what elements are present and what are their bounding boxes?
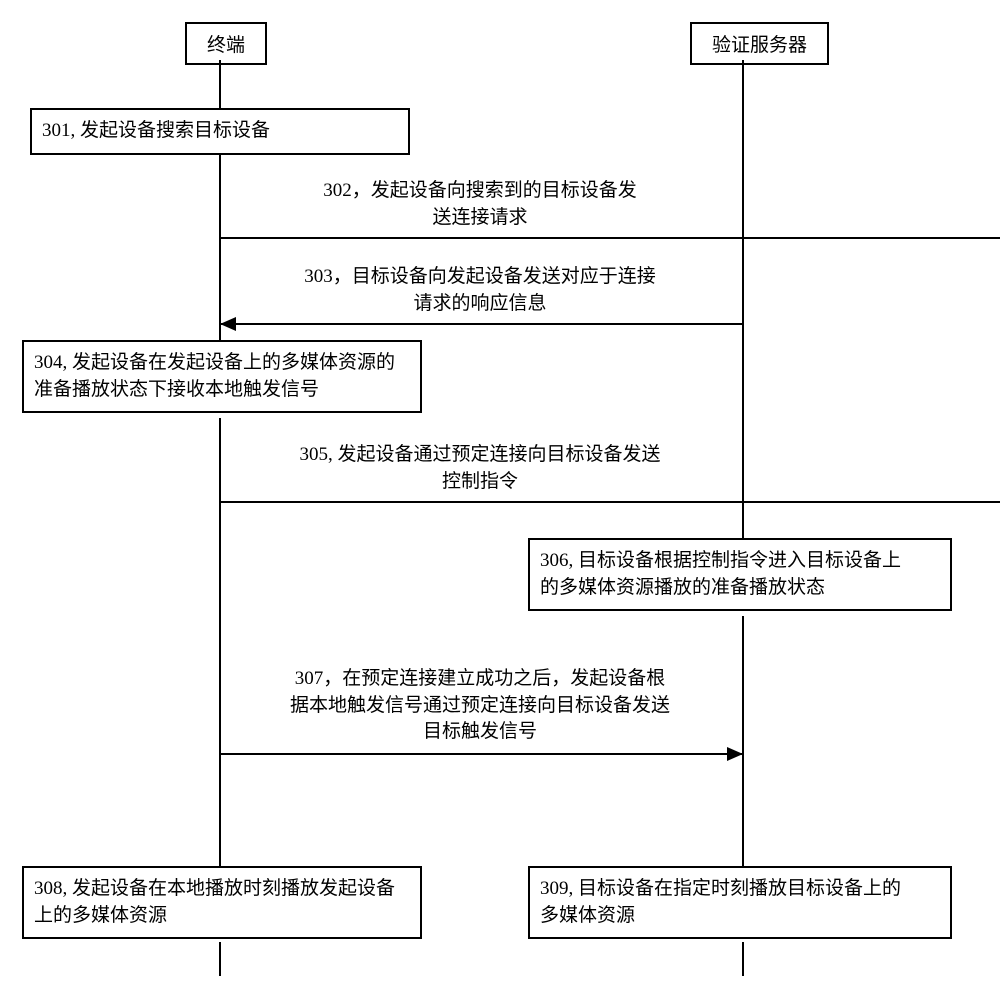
- lifeline-left-seg3: [219, 418, 221, 866]
- step-301-text: 301, 发起设备搜索目标设备: [42, 120, 270, 141]
- lifeline-right-seg3: [742, 942, 744, 976]
- msg-303: 303，目标设备向发起设备发送对应于连接请求的响应信息: [260, 264, 700, 317]
- msg-305: 305, 发起设备通过预定连接向目标设备发送控制指令: [260, 442, 700, 495]
- lifeline-right-seg2: [742, 616, 744, 866]
- step-309-box: 309, 目标设备在指定时刻播放目标设备上的多媒体资源: [528, 866, 952, 939]
- lane-header-terminal: 终端: [185, 22, 267, 65]
- arrow-302: [221, 237, 1000, 239]
- step-306-text: 306, 目标设备根据控制指令进入目标设备上的多媒体资源播放的准备播放状态: [540, 550, 901, 598]
- step-301-box: 301, 发起设备搜索目标设备: [30, 108, 410, 155]
- lifeline-left-seg1: [219, 60, 221, 108]
- lifeline-left-seg4: [219, 942, 221, 976]
- step-306-box: 306, 目标设备根据控制指令进入目标设备上的多媒体资源播放的准备播放状态: [528, 538, 952, 611]
- lifeline-left-seg2: [219, 154, 221, 340]
- arrow-305: [221, 501, 1000, 503]
- step-309-text: 309, 目标设备在指定时刻播放目标设备上的多媒体资源: [540, 878, 901, 926]
- msg-307: 307，在预定连接建立成功之后，发起设备根据本地触发信号通过预定连接向目标设备发…: [258, 666, 702, 746]
- arrow-303: [221, 323, 742, 325]
- arrow-307: [221, 753, 742, 755]
- step-304-box: 304, 发起设备在发起设备上的多媒体资源的准备播放状态下接收本地触发信号: [22, 340, 422, 413]
- step-304-text: 304, 发起设备在发起设备上的多媒体资源的准备播放状态下接收本地触发信号: [34, 352, 395, 400]
- step-308-text: 308, 发起设备在本地播放时刻播放发起设备上的多媒体资源: [34, 878, 395, 926]
- lifeline-right-seg1: [742, 60, 744, 538]
- msg-302: 302，发起设备向搜索到的目标设备发送连接请求: [260, 178, 700, 231]
- lane-header-server: 验证服务器: [690, 22, 829, 65]
- step-308-box: 308, 发起设备在本地播放时刻播放发起设备上的多媒体资源: [22, 866, 422, 939]
